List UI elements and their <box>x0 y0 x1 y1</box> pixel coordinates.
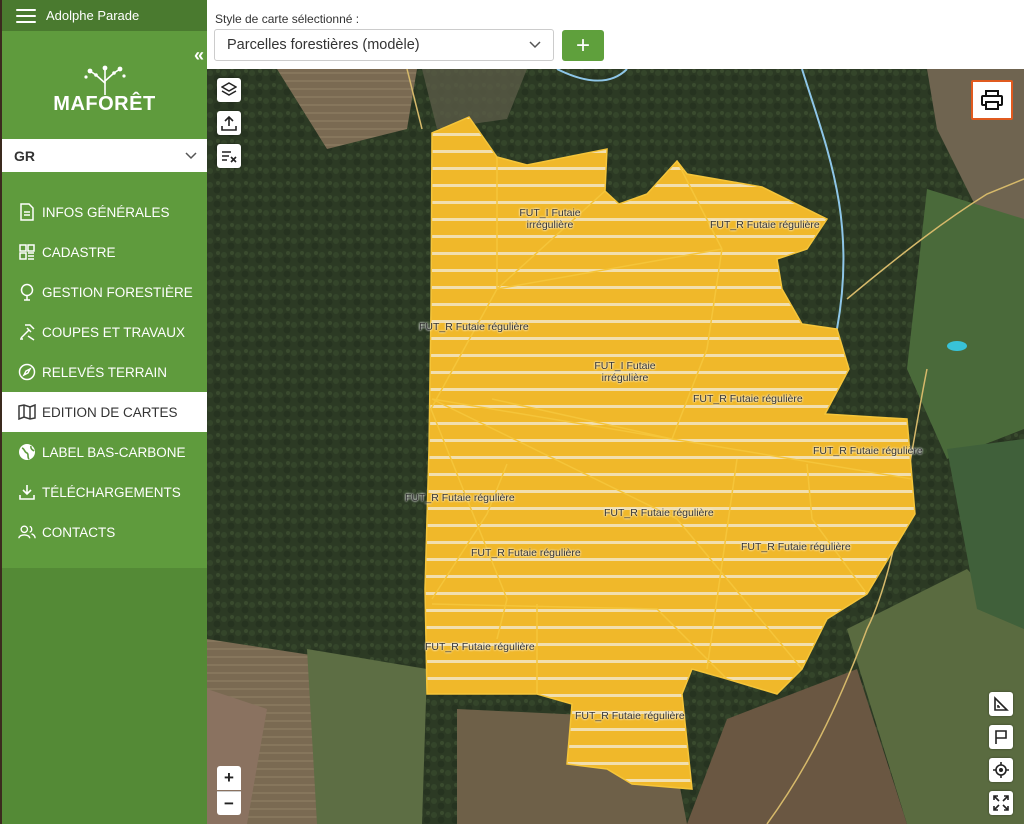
layers-button[interactable] <box>217 78 241 102</box>
printer-icon <box>981 90 1003 110</box>
parcel-label: FUT_R Futaie régulière <box>419 321 529 333</box>
main-nav: INFOS GÉNÉRALES CADASTRE GESTION FORESTI… <box>2 172 207 552</box>
user-menu[interactable]: Adolphe Parade <box>2 0 207 31</box>
nav-item-infos-generales[interactable]: INFOS GÉNÉRALES <box>2 192 207 232</box>
nav-item-releves-terrain[interactable]: RELEVÉS TERRAIN <box>2 352 207 392</box>
map-style-toolbar: Style de carte sélectionné : Parcelles f… <box>207 0 1024 69</box>
nav-label: GESTION FORESTIÈRE <box>42 284 193 300</box>
locate-icon <box>993 762 1009 778</box>
measure-area-button[interactable] <box>989 692 1013 716</box>
map-icon <box>18 403 36 421</box>
checklist-icon <box>222 151 237 163</box>
nav-item-gestion-forestiere[interactable]: GESTION FORESTIÈRE <box>2 272 207 312</box>
collapse-sidebar-icon[interactable]: « <box>194 45 204 66</box>
chevron-down-icon <box>185 151 197 159</box>
map-view[interactable]: FUT_I Futaie irrégulière FUT_R Futaie ré… <box>207 69 1024 824</box>
parcel-label: FUT_R Futaie régulière <box>604 507 714 519</box>
ruler-angle-icon <box>994 696 1009 711</box>
upload-icon <box>221 115 237 131</box>
parcel-label: FUT_R Futaie régulière <box>425 641 535 653</box>
tree-icon <box>18 283 36 301</box>
print-button[interactable] <box>971 80 1013 120</box>
checklist-button[interactable] <box>217 144 241 168</box>
nav-label: EDITION DE CARTES <box>42 404 178 420</box>
parcel-label: FUT_R Futaie régulière <box>693 393 803 405</box>
fullscreen-button[interactable] <box>989 791 1013 815</box>
parcel-label: FUT_I Futaie irrégulière <box>594 360 656 384</box>
upload-button[interactable] <box>217 111 241 135</box>
style-label: Style de carte sélectionné : <box>215 12 360 26</box>
parcel-label: FUT_R Futaie régulière <box>710 219 820 231</box>
tools-icon <box>18 323 36 341</box>
nav-label: COUPES ET TRAVAUX <box>42 324 186 340</box>
grid-icon <box>18 243 36 261</box>
region-value: GR <box>14 147 35 164</box>
menu-icon[interactable] <box>16 8 36 23</box>
locate-button[interactable] <box>989 758 1013 782</box>
nav-label: RELEVÉS TERRAIN <box>42 364 168 380</box>
tree-logo-icon <box>83 65 126 95</box>
document-icon <box>18 203 36 221</box>
sidebar: Adolphe Parade « MAFORÊT GR INFOS GÉNÉRA… <box>2 0 207 824</box>
compass-icon <box>18 363 36 381</box>
nav-label: CADASTRE <box>42 244 116 260</box>
style-value: Parcelles forestières (modèle) <box>227 37 420 53</box>
parcel-label: FUT_R Futaie régulière <box>405 492 515 504</box>
nav-item-contacts[interactable]: CONTACTS <box>2 512 207 552</box>
map-style-select[interactable]: Parcelles forestières (modèle) <box>214 29 554 61</box>
nav-label: CONTACTS <box>42 524 116 540</box>
nav-item-cadastre[interactable]: CADASTRE <box>2 232 207 272</box>
nav-item-edition-cartes[interactable]: EDITION DE CARTES <box>2 392 207 432</box>
nav-label: TÉLÉCHARGEMENTS <box>42 484 181 500</box>
brand-logo: MAFORÊT <box>53 92 156 115</box>
chevron-down-icon <box>529 41 541 49</box>
parcel-label: FUT_I Futaie irrégulière <box>519 207 581 231</box>
flag-icon <box>995 730 1007 744</box>
nav-item-label-bas-carbone[interactable]: LABEL BAS-CARBONE <box>2 432 207 472</box>
download-icon <box>18 483 36 501</box>
region-select[interactable]: GR <box>2 139 207 172</box>
nav-item-telechargements[interactable]: TÉLÉCHARGEMENTS <box>2 472 207 512</box>
user-name: Adolphe Parade <box>46 8 140 23</box>
contacts-icon <box>18 523 36 541</box>
nav-label: LABEL BAS-CARBONE <box>42 444 186 460</box>
nav-label: INFOS GÉNÉRALES <box>42 204 170 220</box>
flag-button[interactable] <box>989 725 1013 749</box>
layers-icon <box>221 82 237 96</box>
parcel-label: FUT_R Futaie régulière <box>813 445 923 457</box>
sidebar-footer <box>2 568 207 824</box>
zoom-out-button[interactable]: − <box>217 791 241 815</box>
zoom-in-button[interactable]: + <box>217 766 241 790</box>
parcel-label: FUT_R Futaie régulière <box>471 547 581 559</box>
logo-area: « MAFORÊT <box>2 31 207 139</box>
parcel-label: FUT_R Futaie régulière <box>575 710 685 722</box>
globe-icon <box>18 443 36 461</box>
add-style-button[interactable]: + <box>562 30 604 61</box>
fullscreen-icon <box>993 795 1009 811</box>
nav-item-coupes-travaux[interactable]: COUPES ET TRAVAUX <box>2 312 207 352</box>
parcel-label: FUT_R Futaie régulière <box>741 541 851 553</box>
